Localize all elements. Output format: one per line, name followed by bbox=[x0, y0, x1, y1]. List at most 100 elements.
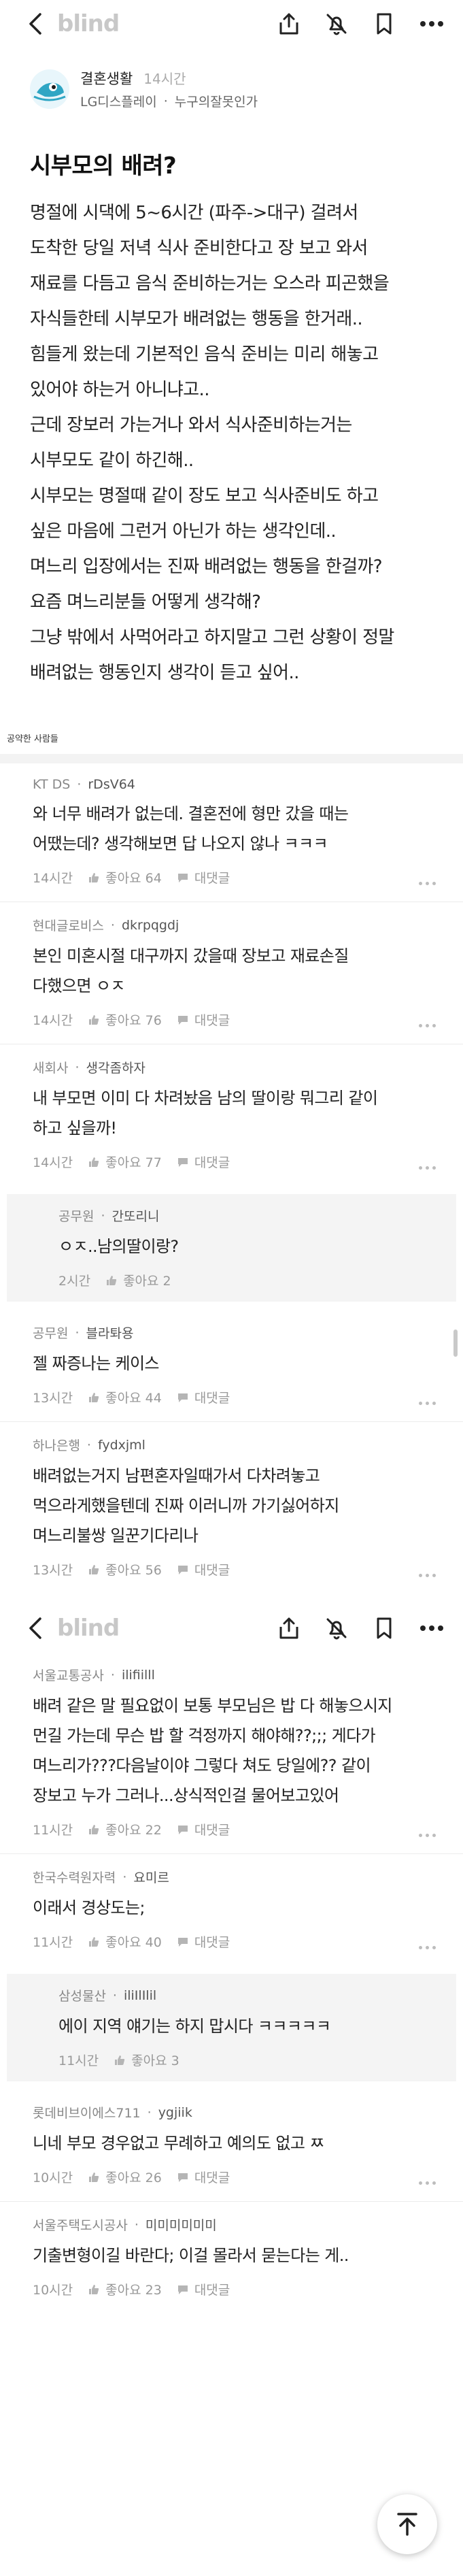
scroll-to-top-button[interactable] bbox=[377, 2494, 437, 2554]
like-button[interactable]: 좋아요 44 bbox=[88, 1388, 162, 1406]
like-button[interactable]: 좋아요 77 bbox=[88, 1153, 162, 1171]
post-body-line: 시부모도 같이 하긴해.. bbox=[30, 450, 194, 471]
comment-nickname[interactable]: rDsV64 bbox=[88, 777, 135, 792]
comment-company[interactable]: 현대글로비스 bbox=[33, 916, 104, 934]
comment-company[interactable]: 하나은행 bbox=[33, 1436, 80, 1454]
reply-button[interactable]: 대댓글 bbox=[177, 1153, 230, 1171]
mute-notification-button[interactable] bbox=[324, 12, 349, 36]
post-body-line: 도착한 당일 저녁 식사 준비한다고 장 보고 와서 bbox=[30, 238, 368, 259]
section-divider bbox=[0, 754, 463, 763]
comment-nickname[interactable]: ilifiilll bbox=[122, 1668, 155, 1683]
like-button[interactable]: 좋아요 26 bbox=[88, 2168, 162, 2186]
reply-button[interactable]: 대댓글 bbox=[177, 1932, 230, 1951]
thumbs-up-icon bbox=[89, 2284, 99, 2294]
like-count: 좋아요 64 bbox=[105, 871, 162, 886]
reply-button[interactable]: 대댓글 bbox=[177, 1820, 230, 1838]
reply-button[interactable]: 대댓글 bbox=[177, 1560, 230, 1579]
reply-button[interactable]: 대댓글 bbox=[177, 1388, 230, 1406]
reply-button[interactable]: 대댓글 bbox=[177, 2168, 230, 2186]
comment: 한국수력원자력 · 요미르 이래서 경상도는; 11시간 좋아요 40 대댓글 bbox=[0, 1854, 463, 1966]
reply-label: 대댓글 bbox=[194, 1935, 230, 1950]
avatar[interactable] bbox=[30, 69, 69, 109]
reply-bubble-icon bbox=[177, 1825, 188, 1834]
top-actions bbox=[277, 12, 444, 36]
share-icon bbox=[279, 13, 298, 35]
comment-line: 에이 지역 얘기는 하지 맙시다 ㅋㅋㅋㅋㅋ bbox=[58, 2017, 331, 2036]
comment-line: 이래서 경상도는; bbox=[33, 1898, 145, 1917]
comment-company[interactable]: KT DS bbox=[33, 777, 70, 792]
bookmark-button[interactable] bbox=[372, 12, 396, 36]
author-name[interactable]: 결혼생활 bbox=[80, 68, 133, 88]
comment-text: 이래서 경상도는; bbox=[33, 1893, 430, 1923]
share-button[interactable] bbox=[277, 1616, 301, 1640]
bell-off-icon bbox=[326, 1618, 347, 1640]
thumbs-up-icon bbox=[89, 1564, 99, 1574]
bookmark-button[interactable] bbox=[372, 1616, 396, 1640]
reply-label: 대댓글 bbox=[194, 871, 230, 886]
comment-company[interactable]: 공무원 bbox=[33, 1323, 68, 1342]
back-button[interactable] bbox=[23, 12, 48, 36]
comment-company[interactable]: 롯데비브이에스711 bbox=[33, 2103, 141, 2121]
reply-button[interactable]: 대댓글 bbox=[177, 868, 230, 887]
post-time: 14시간 bbox=[143, 71, 186, 87]
comment-more-button[interactable] bbox=[419, 2181, 436, 2185]
comment-time: 14시간 bbox=[33, 1013, 73, 1028]
author-line: 결혼생활 14시간 bbox=[80, 68, 258, 88]
reply-label: 대댓글 bbox=[194, 2283, 230, 2298]
mute-notification-button[interactable] bbox=[324, 1616, 349, 1640]
comment-company[interactable]: 서울교통공사 bbox=[33, 1666, 104, 1684]
more-options-button[interactable] bbox=[419, 1616, 444, 1640]
like-button[interactable]: 좋아요 64 bbox=[88, 868, 162, 887]
comment-more-button[interactable] bbox=[419, 1402, 436, 1405]
author-company[interactable]: LG디스플레이 bbox=[80, 92, 157, 110]
comment-nickname[interactable]: fydxjml bbox=[98, 1438, 145, 1453]
comment-header: 한국수력원자력 · 요미르 bbox=[33, 1868, 430, 1886]
like-button[interactable]: 좋아요 23 bbox=[88, 2280, 162, 2298]
like-button[interactable]: 좋아요 40 bbox=[88, 1932, 162, 1951]
like-button[interactable]: 좋아요 2 bbox=[105, 1271, 171, 1289]
like-button[interactable]: 좋아요 56 bbox=[88, 1560, 162, 1579]
comment-company[interactable]: 공무원 bbox=[58, 1206, 94, 1225]
comment-company[interactable]: 서울주택도시공사 bbox=[33, 2215, 128, 2234]
post-body-line: 시부모는 명절때 같이 장도 보고 식사준비도 하고 bbox=[30, 486, 379, 506]
like-button[interactable]: 좋아요 22 bbox=[88, 1820, 162, 1838]
comment-nickname[interactable]: 생각좀하자 bbox=[86, 1058, 145, 1076]
reply-button[interactable]: 대댓글 bbox=[177, 2280, 230, 2298]
comment-header: 공무원 · 블라톼용 bbox=[33, 1323, 430, 1342]
back-button[interactable] bbox=[23, 1616, 48, 1640]
comment-line: 하고 싶을까! bbox=[33, 1119, 117, 1138]
post-header: 결혼생활 14시간 LG디스플레이 · 누구의잘못인가 bbox=[0, 48, 463, 110]
like-button[interactable]: 좋아요 76 bbox=[88, 1010, 162, 1029]
comment: 현대글로비스 · dkrpqgdj 본인 미혼시절 대구까지 갔을때 장보고 재료손… bbox=[0, 902, 463, 1044]
like-button[interactable]: 좋아요 3 bbox=[114, 2051, 179, 2069]
comment-nickname[interactable]: 블라톼용 bbox=[86, 1323, 134, 1342]
comment-more-button[interactable] bbox=[419, 1166, 436, 1170]
comment-nickname[interactable]: 미미미미미미 bbox=[145, 2215, 217, 2234]
thumbs-up-icon bbox=[115, 2055, 125, 2065]
comment-time: 14시간 bbox=[33, 871, 73, 886]
comment-nickname[interactable]: 간또리니 bbox=[112, 1206, 160, 1225]
post-topic[interactable]: 누구의잘못인가 bbox=[175, 92, 258, 110]
comment-more-button[interactable] bbox=[419, 1024, 436, 1027]
comment-nickname[interactable]: 요미르 bbox=[133, 1868, 169, 1886]
comment-time: 11시간 bbox=[33, 1823, 73, 1838]
comment-nickname[interactable]: dkrpqgdj bbox=[122, 918, 179, 933]
comment-company[interactable]: 삼성물산 bbox=[58, 1986, 106, 2004]
share-button[interactable] bbox=[277, 12, 301, 36]
reply-button[interactable]: 대댓글 bbox=[177, 1010, 230, 1029]
scrollbar-thumb[interactable] bbox=[453, 1330, 458, 1357]
comment-company[interactable]: 한국수력원자력 bbox=[33, 1868, 116, 1886]
comment-nickname[interactable]: iliIlIlil bbox=[124, 1988, 156, 2003]
comment-more-button[interactable] bbox=[419, 882, 436, 885]
comment-header: KT DS · rDsV64 bbox=[33, 777, 430, 792]
comment-nickname[interactable]: ygjiik bbox=[158, 2105, 192, 2120]
comment-more-button[interactable] bbox=[419, 1574, 436, 1577]
like-count: 좋아요 40 bbox=[105, 1935, 162, 1950]
more-options-button[interactable] bbox=[419, 12, 444, 36]
comment-company[interactable]: 새회사 bbox=[33, 1058, 68, 1076]
comment-more-button[interactable] bbox=[419, 1834, 436, 1837]
back-arrow-icon bbox=[29, 13, 41, 35]
comment-more-button[interactable] bbox=[419, 1946, 436, 1949]
separator-dot: · bbox=[77, 777, 82, 792]
comment-line: 장보고 누가 그러나...상식적인걸 물어보고있어 bbox=[33, 1786, 339, 1805]
